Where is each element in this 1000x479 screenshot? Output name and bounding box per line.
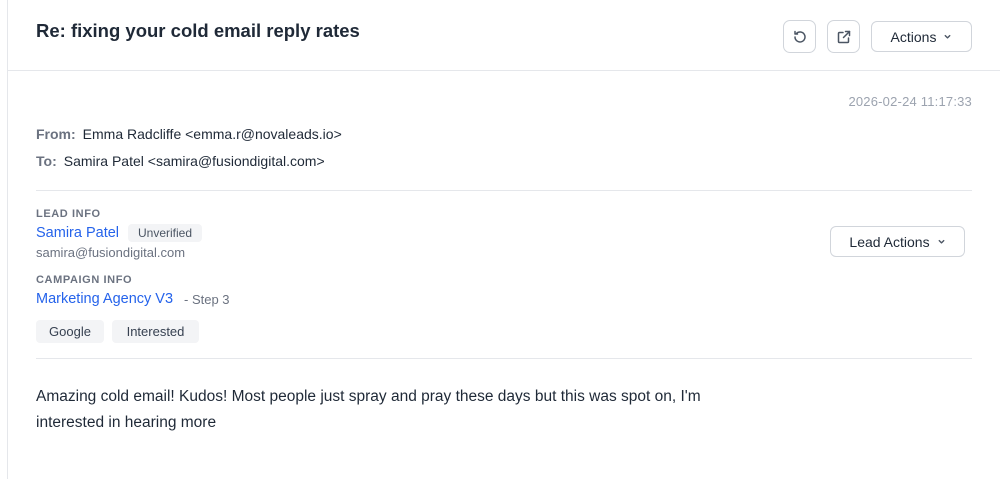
from-value: Emma Radcliffe <emma.r@novaleads.io> (82, 126, 342, 142)
lead-email: samira@fusiondigital.com (36, 245, 186, 260)
from-row: From: Emma Radcliffe <emma.r@novaleads.io… (36, 126, 342, 142)
lead-actions-button[interactable]: Lead Actions (830, 226, 965, 257)
open-external-button[interactable] (827, 20, 860, 53)
refresh-icon (793, 30, 806, 43)
divider (36, 190, 972, 191)
refresh-button[interactable] (783, 20, 816, 53)
message-body: Amazing cold email! Kudos! Most people j… (36, 388, 701, 431)
lead-actions-label: Lead Actions (849, 233, 930, 250)
campaign-step: - Step 3 (184, 292, 230, 307)
divider (36, 358, 972, 359)
message-header: Re: fixing your cold email reply rates A… (8, 0, 1000, 71)
message-subject: Re: fixing your cold email reply rates (36, 20, 360, 41)
chevron-down-icon (945, 34, 951, 39)
to-value: Samira Patel <samira@fusiondigital.com> (63, 153, 325, 169)
tag-interested[interactable]: Interested (112, 320, 199, 343)
pane-left-border (7, 0, 8, 479)
actions-dropdown-button[interactable]: Actions (871, 21, 972, 52)
to-row: To: Samira Patel <samira@fusiondigital.co… (36, 153, 325, 169)
external-link-icon (837, 30, 850, 43)
from-key: From: (36, 126, 76, 142)
message-timestamp: 2026-02-24 11:17:33 (848, 94, 972, 109)
chevron-down-icon (938, 239, 945, 244)
campaign-info-label: CAMPAIGN INFO (36, 274, 133, 286)
campaign-name-link[interactable]: Marketing Agency V3 (36, 291, 173, 307)
to-key: To: (36, 153, 57, 169)
lead-name-link[interactable]: Samira Patel (36, 225, 119, 241)
tag-google[interactable]: Google (36, 320, 104, 343)
lead-info-label: LEAD INFO (36, 208, 101, 220)
actions-label: Actions (890, 28, 937, 45)
lead-status-badge: Unverified (128, 224, 202, 242)
